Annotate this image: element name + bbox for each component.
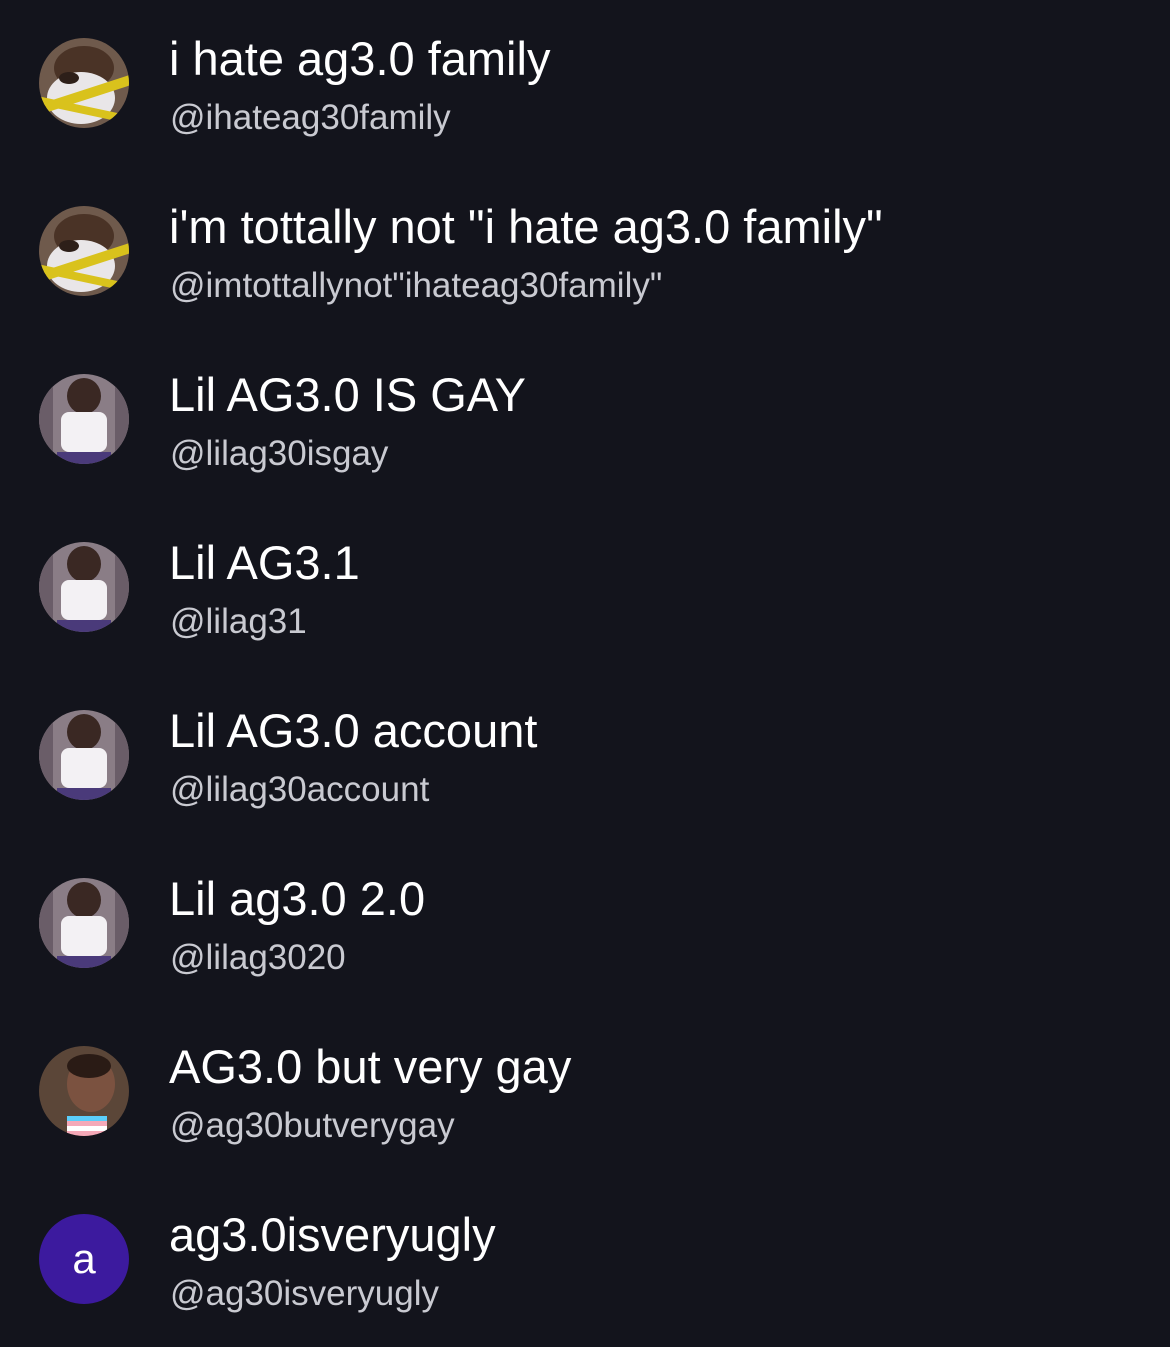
account-display-name: Lil AG3.0 account (169, 704, 538, 757)
account-row[interactable]: Lil AG3.1 @lilag31 (0, 504, 1170, 672)
avatar[interactable] (39, 542, 129, 632)
account-handle: @imtottallynot"ihateag30family" (170, 266, 663, 305)
avatar-image (39, 374, 129, 464)
letter-avatar[interactable]: a (39, 1214, 129, 1304)
account-display-name: AG3.0 but very gay (169, 1040, 572, 1093)
account-display-name: Lil AG3.1 (169, 536, 360, 589)
avatar-image (39, 206, 129, 296)
account-display-name: Lil ag3.0 2.0 (169, 872, 426, 925)
account-handle: @lilag30isgay (170, 434, 389, 473)
account-display-name: ag3.0isveryugly (169, 1208, 496, 1261)
account-handle: @ag30butverygay (170, 1106, 455, 1145)
account-row[interactable]: Lil AG3.0 IS GAY @lilag30isgay (0, 336, 1170, 504)
account-row[interactable]: i'm tottally not "i hate ag3.0 family" @… (0, 168, 1170, 336)
account-handle: @ihateag30family (170, 98, 451, 137)
account-row[interactable]: Lil ag3.0 2.0 @lilag3020 (0, 840, 1170, 1008)
account-handle: @lilag31 (170, 602, 307, 641)
account-display-name: i'm tottally not "i hate ag3.0 family" (169, 200, 883, 253)
avatar[interactable] (39, 374, 129, 464)
avatar-image (39, 1046, 129, 1136)
account-handle: @ag30isveryugly (170, 1274, 439, 1313)
account-display-name: Lil AG3.0 IS GAY (169, 368, 527, 421)
account-display-name: i hate ag3.0 family (169, 32, 551, 85)
avatar[interactable] (39, 710, 129, 800)
account-list: i hate ag3.0 family @ihateag30family i'm… (0, 0, 1170, 1347)
account-row[interactable]: AG3.0 but very gay @ag30butverygay (0, 1008, 1170, 1176)
avatar-image (39, 38, 129, 128)
account-handle: @lilag3020 (170, 938, 346, 977)
avatar-image (39, 710, 129, 800)
avatar[interactable] (39, 206, 129, 296)
avatar[interactable] (39, 1046, 129, 1136)
avatar-image (39, 542, 129, 632)
avatar-image (39, 878, 129, 968)
account-row[interactable]: Lil AG3.0 account @lilag30account (0, 672, 1170, 840)
account-handle: @lilag30account (170, 770, 430, 809)
account-row[interactable]: i hate ag3.0 family @ihateag30family (0, 0, 1170, 168)
avatar[interactable] (39, 878, 129, 968)
account-row[interactable]: a ag3.0isveryugly @ag30isveryugly (0, 1176, 1170, 1344)
avatar[interactable] (39, 38, 129, 128)
